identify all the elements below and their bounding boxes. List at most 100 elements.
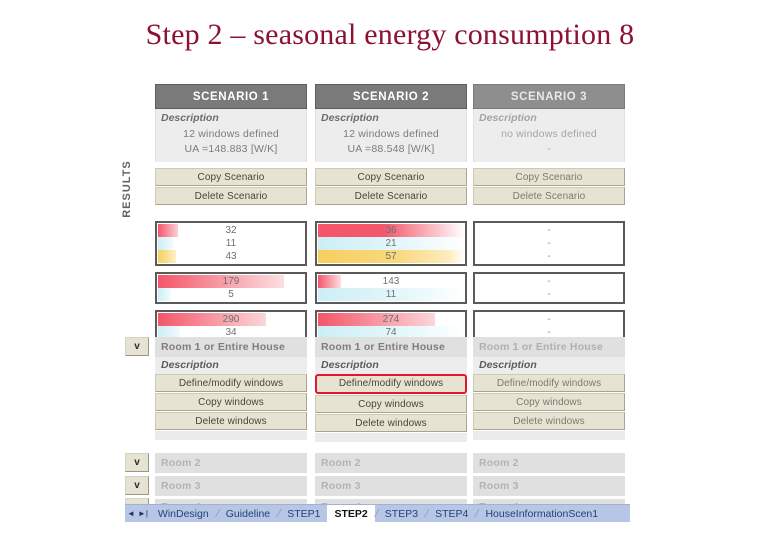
copy-scenario-button[interactable]: Copy Scenario (315, 168, 467, 186)
delete-windows-button[interactable]: Delete windows (473, 412, 625, 430)
sheet-tab-step3[interactable]: STEP3 (378, 506, 425, 522)
results-row: - (476, 275, 622, 288)
room-bar[interactable]: Room 2 (315, 453, 467, 473)
copy-windows-button[interactable]: Copy windows (315, 395, 467, 413)
delete-scenario-button[interactable]: Delete Scenario (315, 187, 467, 205)
sheet-tab-guideline[interactable]: Guideline (219, 506, 277, 522)
results-value: 290 (222, 314, 240, 325)
room-description-label: Description (155, 357, 307, 374)
excel-screenshot: RESULTS SCENARIO 1 Description 12 window… (121, 84, 630, 522)
results-row: 57 (318, 250, 464, 263)
description-line: 12 windows defined (183, 128, 279, 140)
description-line: UA =88.548 [W/K] (347, 143, 435, 155)
room-panel-1: Room 1 or Entire House Description Defin… (155, 337, 307, 440)
room-description-label: Description (473, 357, 625, 374)
nav-first-icon[interactable]: ◄ (127, 509, 135, 518)
results-group: 143 11 (315, 272, 467, 304)
results-row: - (476, 288, 622, 301)
description-label: Description (321, 112, 379, 124)
sheet-tab-step2[interactable]: STEP2 (327, 505, 375, 522)
delete-scenario-button[interactable]: Delete Scenario (155, 187, 307, 205)
delete-windows-button[interactable]: Delete windows (315, 414, 467, 432)
room-bar[interactable]: Room 3 (315, 476, 467, 496)
room-panel-title: Room 1 or Entire House (315, 337, 467, 357)
results-value: - (547, 289, 551, 300)
room-panel-title: Room 1 or Entire House (155, 337, 307, 357)
room-bar[interactable]: Room 3 (155, 476, 307, 496)
scenario-description-2: Description 12 windows defined UA =88.54… (315, 109, 467, 162)
copy-windows-button[interactable]: Copy windows (155, 393, 307, 411)
define-modify-windows-button[interactable]: Define/modify windows (473, 374, 625, 392)
room-panel-footer (155, 431, 307, 440)
nav-last-icon[interactable]: ►| (138, 509, 148, 518)
results-label: RESULTS (121, 160, 133, 218)
results-value: 274 (382, 314, 400, 325)
room-bar[interactable]: Room 3 (473, 476, 625, 496)
room-panel-title: Room 1 or Entire House (473, 337, 625, 357)
scenario-header-2: SCENARIO 2 (315, 84, 467, 109)
sheet-tab-windesign[interactable]: WinDesign (151, 506, 216, 522)
delete-scenario-button[interactable]: Delete Scenario (473, 187, 625, 205)
chevron-down-icon[interactable]: v (125, 337, 149, 356)
results-group: 32 11 43 (155, 221, 307, 266)
copy-windows-button[interactable]: Copy windows (473, 393, 625, 411)
copy-scenario-button[interactable]: Copy Scenario (155, 168, 307, 186)
chevron-down-icon[interactable]: v (125, 476, 149, 495)
results-value: 43 (225, 251, 237, 262)
results-group: 36 21 57 (315, 221, 467, 266)
scenario-description-3: Description no windows defined - (473, 109, 625, 162)
sheet-nav-arrows[interactable]: ◄ ►| (125, 509, 151, 518)
results-value: 143 (382, 276, 400, 287)
chevron-down-icon[interactable]: v (125, 453, 149, 472)
scenario-column-3: SCENARIO 3 Description no windows define… (473, 84, 625, 206)
sheet-tab-step1[interactable]: STEP1 (280, 506, 327, 522)
define-modify-windows-button[interactable]: Define/modify windows (315, 374, 467, 394)
results-value: - (547, 251, 551, 262)
results-row: - (476, 237, 622, 250)
description-line: 12 windows defined (343, 128, 439, 140)
results-value: - (547, 238, 551, 249)
results-row: - (476, 313, 622, 326)
scenario-column-1: SCENARIO 1 Description 12 windows define… (155, 84, 307, 206)
room-panel-2: Room 1 or Entire House Description Defin… (315, 337, 467, 442)
define-modify-windows-button[interactable]: Define/modify windows (155, 374, 307, 392)
page-title: Step 2 – seasonal energy consumption 8 (145, 18, 635, 51)
room-bar[interactable]: Room 2 (473, 453, 625, 473)
results-value: - (547, 225, 551, 236)
results-value: 179 (222, 276, 240, 287)
results-row: 179 (158, 275, 304, 288)
results-row: - (476, 250, 622, 263)
results-row: 11 (158, 237, 304, 250)
description-label: Description (479, 112, 537, 124)
scenario-header-1: SCENARIO 1 (155, 84, 307, 109)
results-column-1: 32 11 43 179 5 290 34 (155, 221, 307, 348)
sheet-tab-bar: ◄ ►| WinDesign / Guideline / STEP1 STEP2… (125, 504, 630, 522)
results-row: 11 (318, 288, 464, 301)
results-value: - (547, 276, 551, 287)
results-value: 11 (385, 289, 397, 300)
sheet-tab-houseinformationscen1[interactable]: HouseInformationScen1 (478, 506, 605, 522)
results-row: 5 (158, 288, 304, 301)
results-group: - - - (473, 221, 625, 266)
results-row: 32 (158, 224, 304, 237)
results-row: 143 (318, 275, 464, 288)
description-line: - (547, 143, 551, 155)
room-panel-3: Room 1 or Entire House Description Defin… (473, 337, 625, 440)
results-group: - - (473, 272, 625, 304)
results-row: 290 (158, 313, 304, 326)
results-row: - (476, 224, 622, 237)
room-bar[interactable]: Room 2 (155, 453, 307, 473)
room-description-label: Description (315, 357, 467, 374)
results-value: - (547, 314, 551, 325)
delete-windows-button[interactable]: Delete windows (155, 412, 307, 430)
description-line: no windows defined (501, 128, 597, 140)
results-row: 36 (318, 224, 464, 237)
results-row: 43 (158, 250, 304, 263)
room-panel-footer (473, 431, 625, 440)
sheet-tab-step4[interactable]: STEP4 (428, 506, 475, 522)
copy-scenario-button[interactable]: Copy Scenario (473, 168, 625, 186)
results-row: 21 (318, 237, 464, 250)
results-value: 36 (385, 225, 397, 236)
results-group: 179 5 (155, 272, 307, 304)
results-row: 274 (318, 313, 464, 326)
